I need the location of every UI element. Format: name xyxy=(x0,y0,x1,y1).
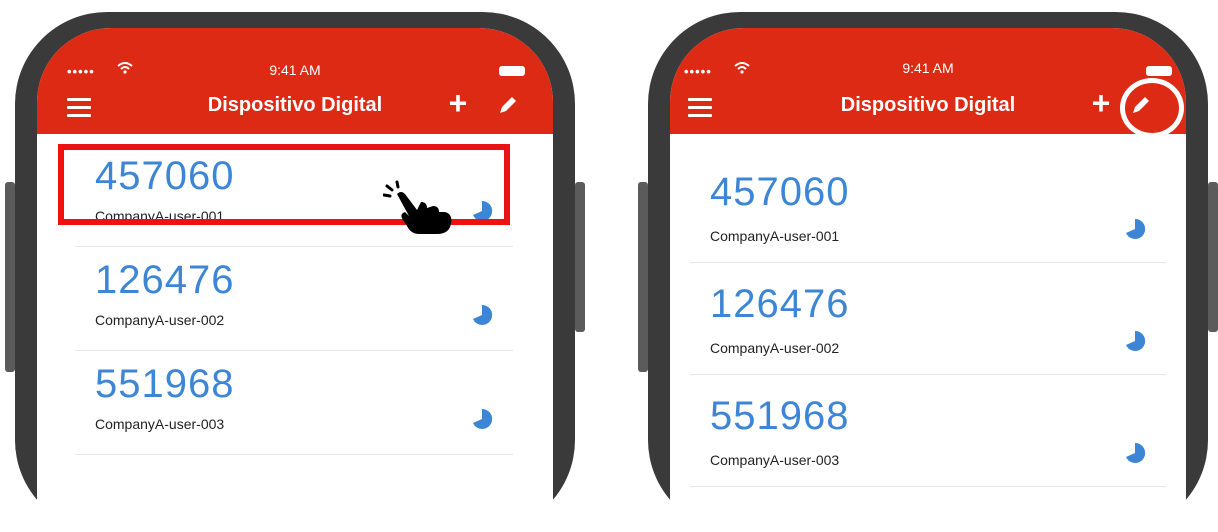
status-time: 9:41 AM xyxy=(902,60,954,76)
phone-side-button xyxy=(575,182,585,332)
battery-icon xyxy=(1146,66,1172,76)
otp-code: 551968 xyxy=(95,362,235,406)
phone-frame-left: ••••• 9:41 AM Dispositivo Digital + 4570… xyxy=(5,12,585,532)
phone-side-button xyxy=(638,182,648,372)
tapping-hand-icon xyxy=(383,180,452,234)
countdown-pie-icon xyxy=(1126,330,1146,351)
list-item[interactable]: 126476 CompanyA-user-002 xyxy=(690,262,1166,375)
phone-side-button xyxy=(5,182,15,372)
phone-frame-right: ••••• 9:41 AM Dispositivo Digital + 4570… xyxy=(638,12,1218,532)
pencil-icon[interactable] xyxy=(497,94,519,116)
page-title: Dispositivo Digital xyxy=(207,94,383,116)
app-header: ••••• 9:41 AM Dispositivo Digital + xyxy=(37,28,553,134)
list-item[interactable]: 457060 CompanyA-user-001 xyxy=(690,150,1166,263)
list-item[interactable]: 551968 CompanyA-user-003 xyxy=(75,350,513,455)
otp-code: 126476 xyxy=(95,258,235,302)
countdown-pie-icon xyxy=(473,408,493,429)
list-item[interactable]: 126476 CompanyA-user-002 xyxy=(75,246,513,351)
countdown-pie-icon xyxy=(1126,218,1146,239)
app-header: ••••• 9:41 AM Dispositivo Digital + xyxy=(670,28,1186,134)
app-screen: ••••• 9:41 AM Dispositivo Digital + 4570… xyxy=(37,28,553,532)
status-time: 9:41 AM xyxy=(269,62,321,78)
app-screen: ••••• 9:41 AM Dispositivo Digital + 4570… xyxy=(670,28,1186,532)
plus-icon[interactable]: + xyxy=(1088,87,1114,119)
otp-code: 457060 xyxy=(710,170,850,214)
plus-icon[interactable]: + xyxy=(445,87,471,119)
phone-side-button xyxy=(1208,182,1218,332)
list-item[interactable]: 551968 CompanyA-user-003 xyxy=(690,374,1166,487)
account-name: CompanyA-user-002 xyxy=(95,312,225,328)
countdown-pie-icon xyxy=(473,304,493,325)
otp-code: 551968 xyxy=(710,394,850,438)
countdown-pie-icon xyxy=(1126,442,1146,463)
account-name: CompanyA-user-003 xyxy=(95,416,225,432)
otp-code: 126476 xyxy=(710,282,850,326)
highlight-circle xyxy=(1120,78,1184,138)
battery-icon xyxy=(499,66,525,76)
account-name: CompanyA-user-002 xyxy=(710,340,840,356)
account-name: CompanyA-user-003 xyxy=(710,452,840,468)
account-name: CompanyA-user-001 xyxy=(710,228,840,244)
